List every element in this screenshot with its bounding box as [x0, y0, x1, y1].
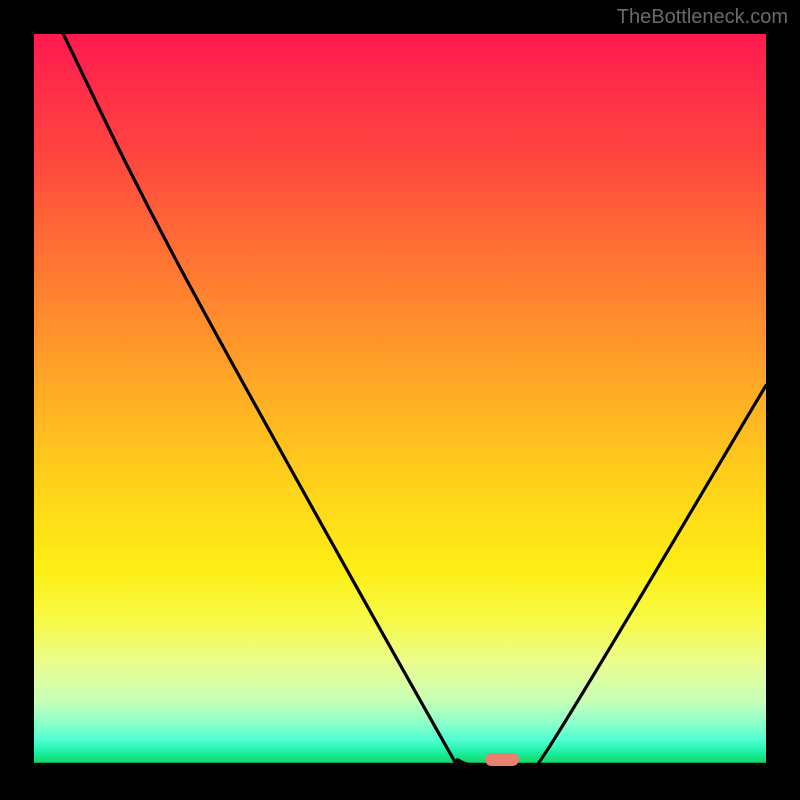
bottleneck-curve: [34, 34, 766, 766]
plot-area: [34, 34, 766, 766]
optimal-range-marker: [485, 753, 519, 766]
watermark-text: TheBottleneck.com: [617, 6, 788, 29]
